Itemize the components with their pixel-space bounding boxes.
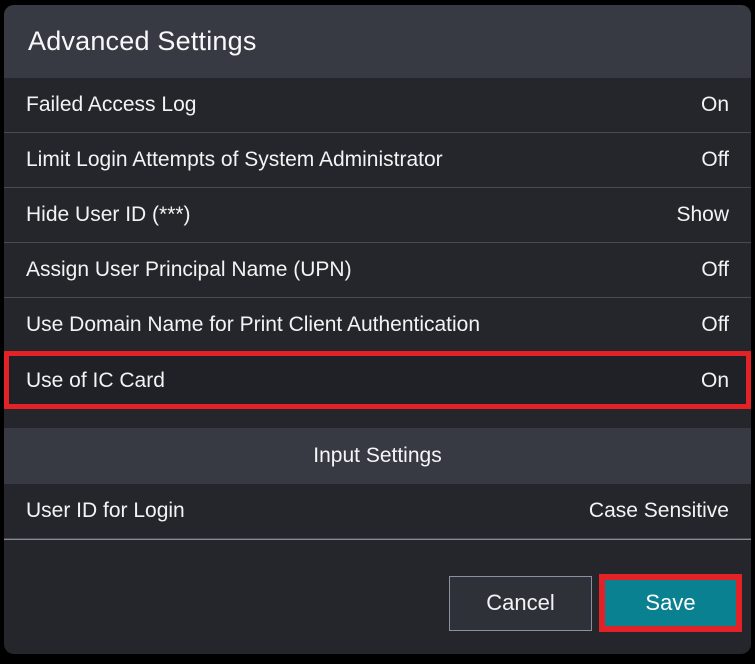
dialog-footer: Cancel Save xyxy=(4,540,751,648)
dialog-header: Advanced Settings xyxy=(4,5,751,78)
dialog-title: Advanced Settings xyxy=(28,26,257,57)
advanced-settings-dialog: Advanced Settings Failed Access Log On L… xyxy=(4,5,751,654)
setting-label: Hide User ID (***) xyxy=(26,203,191,227)
setting-value: On xyxy=(701,93,729,117)
input-settings-header: Input Settings xyxy=(4,428,751,484)
setting-label: Limit Login Attempts of System Administr… xyxy=(26,148,443,172)
setting-row-user-id-for-login[interactable]: User ID for Login Case Sensitive xyxy=(4,484,751,539)
cancel-button[interactable]: Cancel xyxy=(449,576,592,631)
section-gap xyxy=(4,408,751,428)
setting-label: Use Domain Name for Print Client Authent… xyxy=(26,313,480,337)
setting-row-limit-login-attempts[interactable]: Limit Login Attempts of System Administr… xyxy=(4,133,751,188)
setting-row-domain-name-auth[interactable]: Use Domain Name for Print Client Authent… xyxy=(4,298,751,353)
setting-row-use-of-ic-card[interactable]: Use of IC Card On xyxy=(4,353,751,408)
setting-value: Case Sensitive xyxy=(589,499,729,523)
save-button[interactable]: Save xyxy=(605,580,736,626)
red-annotation-box-save: Save xyxy=(599,574,742,632)
settings-list: Failed Access Log On Limit Login Attempt… xyxy=(4,78,751,408)
setting-row-hide-user-id[interactable]: Hide User ID (***) Show xyxy=(4,188,751,243)
section-title: Input Settings xyxy=(313,444,441,468)
setting-label: User ID for Login xyxy=(26,499,185,523)
setting-label: Use of IC Card xyxy=(26,369,165,393)
setting-value: Off xyxy=(701,313,729,337)
setting-value: Show xyxy=(676,203,729,227)
screen: { "dialog": { "title": "Advanced Setting… xyxy=(0,0,755,664)
setting-value: On xyxy=(701,369,729,393)
setting-label: Assign User Principal Name (UPN) xyxy=(26,258,352,282)
setting-row-failed-access-log[interactable]: Failed Access Log On xyxy=(4,78,751,133)
setting-value: Off xyxy=(701,258,729,282)
setting-value: Off xyxy=(701,148,729,172)
setting-label: Failed Access Log xyxy=(26,93,196,117)
setting-row-assign-upn[interactable]: Assign User Principal Name (UPN) Off xyxy=(4,243,751,298)
